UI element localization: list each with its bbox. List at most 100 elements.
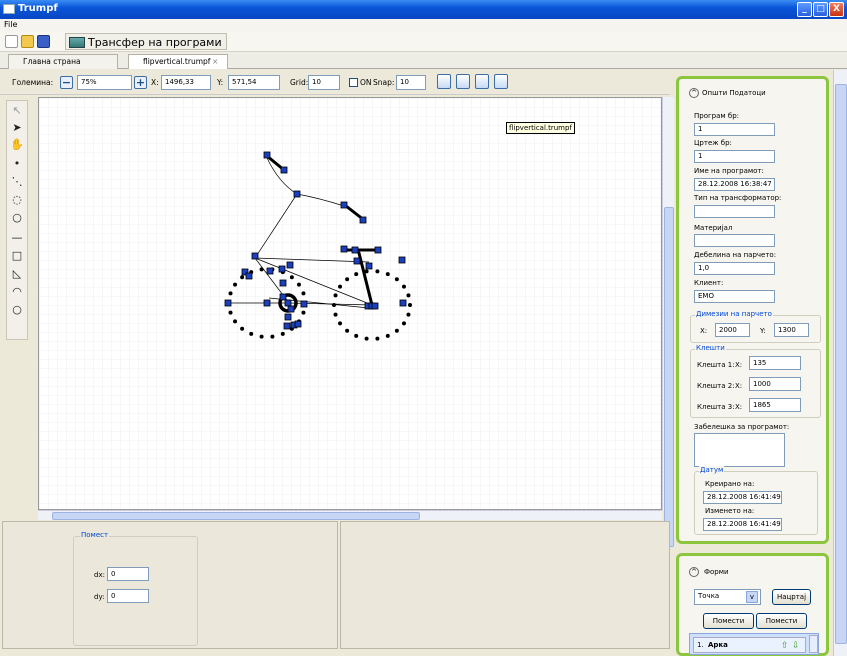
hand-icon[interactable]: ✋ xyxy=(10,138,24,152)
drawing-svg[interactable] xyxy=(39,98,662,510)
modified-field[interactable]: 28.12.2008 16:41:49 xyxy=(703,518,782,531)
control-node[interactable] xyxy=(245,272,253,280)
close-button[interactable]: X xyxy=(829,2,844,17)
control-node[interactable] xyxy=(340,245,348,253)
grid-field[interactable]: 10 xyxy=(308,75,340,90)
move-up-button[interactable]: Помести горе xyxy=(703,613,754,639)
control-node[interactable] xyxy=(374,246,382,254)
control-node[interactable] xyxy=(353,257,361,265)
chevron-down-icon[interactable]: v xyxy=(746,591,758,603)
dim-y-field[interactable]: 1300 xyxy=(774,323,809,337)
control-node[interactable] xyxy=(224,299,232,307)
transfer-programs-button[interactable]: Трансфер на програми xyxy=(65,33,227,50)
control-node[interactable] xyxy=(251,252,259,260)
drawing-canvas[interactable]: flipvertical.trumpf xyxy=(38,97,662,510)
control-node[interactable] xyxy=(399,299,407,307)
control-node[interactable] xyxy=(371,302,379,310)
tab-home[interactable]: Главна страна xyxy=(8,54,118,69)
control-node[interactable] xyxy=(359,216,367,224)
open-folder-icon[interactable] xyxy=(21,35,34,48)
grid-on-checkbox[interactable] xyxy=(349,78,358,87)
control-node[interactable] xyxy=(351,246,359,254)
move-down-button[interactable]: Помести доле xyxy=(756,613,807,639)
select-outline-icon[interactable]: ↖ xyxy=(10,104,24,118)
canvas-vertical-thumb[interactable] xyxy=(664,207,674,547)
outer-vertical-thumb[interactable] xyxy=(835,84,847,644)
save-disk-icon[interactable] xyxy=(494,74,508,89)
save-icon[interactable] xyxy=(37,35,50,48)
rectangle-icon[interactable]: □ xyxy=(10,249,24,263)
canvas-horizontal-scrollbar[interactable] xyxy=(38,510,662,520)
control-node[interactable] xyxy=(398,256,406,264)
control-node[interactable] xyxy=(300,300,308,308)
point-icon[interactable]: • xyxy=(10,157,24,171)
dx-field[interactable]: 0 xyxy=(107,567,149,581)
note-textarea[interactable] xyxy=(694,433,785,467)
snap-field[interactable]: 10 xyxy=(396,75,426,90)
arrow-down-icon[interactable]: ⇩ xyxy=(792,641,800,651)
outer-vertical-scrollbar[interactable] xyxy=(833,70,847,656)
control-node[interactable] xyxy=(266,267,274,275)
zoom-select[interactable]: 75% xyxy=(77,75,132,90)
control-node[interactable] xyxy=(365,262,373,270)
clamp-3-field[interactable]: 1865 xyxy=(749,398,801,412)
triangle-icon[interactable]: ◺ xyxy=(10,267,24,281)
clamp-1-field[interactable]: 135 xyxy=(749,356,801,370)
control-node[interactable] xyxy=(340,201,348,209)
control-node[interactable] xyxy=(286,261,294,269)
clamp-2-field[interactable]: 1000 xyxy=(749,377,801,391)
collapse-shapes-icon[interactable]: ^ xyxy=(689,567,699,577)
dotted-line-icon[interactable]: ⋱ xyxy=(10,175,24,189)
circle-icon[interactable]: ○ xyxy=(10,303,24,317)
tab-close-icon[interactable]: × xyxy=(212,55,218,68)
dotted-ellipse-icon[interactable]: ○ xyxy=(10,211,24,225)
canvas-vertical-scrollbar[interactable] xyxy=(662,97,674,547)
canvas-horizontal-thumb[interactable] xyxy=(52,512,420,520)
line-icon[interactable]: — xyxy=(10,231,24,245)
tab-flipvertical[interactable]: flipvertical.trumpf × xyxy=(128,54,228,69)
minimize-button[interactable]: _ xyxy=(797,2,812,17)
dim-x-field[interactable]: 2000 xyxy=(715,323,750,337)
transformer-type-field[interactable] xyxy=(694,205,775,218)
copy-icon[interactable] xyxy=(456,74,470,89)
control-node[interactable] xyxy=(279,279,287,287)
program-no-field[interactable]: 1 xyxy=(694,123,775,136)
pointer-icon[interactable]: ➤ xyxy=(10,121,24,135)
control-node[interactable] xyxy=(283,322,291,330)
x-coordinate-field[interactable]: 1496,33 xyxy=(161,75,211,90)
new-file-icon[interactable] xyxy=(5,35,18,48)
arc-icon[interactable]: ◠ xyxy=(10,285,24,299)
program-name-field[interactable]: 28.12.2008 16:38:47 xyxy=(694,178,775,191)
control-node[interactable] xyxy=(278,265,286,273)
y-coordinate-field[interactable]: 571,54 xyxy=(228,75,280,90)
menu-file[interactable]: File xyxy=(4,20,17,29)
control-node[interactable] xyxy=(284,299,292,307)
collapse-general-icon[interactable]: ^ xyxy=(689,88,699,98)
list-item[interactable]: 1. Арка ⇧ ⇩ xyxy=(693,637,806,653)
material-field[interactable] xyxy=(694,234,775,247)
dotted-circle-icon[interactable]: ◌ xyxy=(10,193,24,207)
control-node[interactable] xyxy=(284,313,292,321)
thickness-field[interactable]: 1,0 xyxy=(694,262,775,275)
control-node[interactable] xyxy=(263,299,271,307)
shape-select[interactable]: Точка v xyxy=(694,589,761,605)
created-field[interactable]: 28.12.2008 16:41:49 xyxy=(703,491,782,504)
page-icon[interactable] xyxy=(437,74,451,89)
control-node[interactable] xyxy=(280,166,288,174)
drawing-no-field[interactable]: 1 xyxy=(694,150,775,163)
dy-field[interactable]: 0 xyxy=(107,589,149,603)
zoom-in-button[interactable]: + xyxy=(134,76,147,89)
control-node[interactable] xyxy=(293,190,301,198)
control-node[interactable] xyxy=(279,293,287,301)
control-node[interactable] xyxy=(287,305,295,313)
title-bar: Trumpf _ □ X xyxy=(0,0,847,19)
control-node[interactable] xyxy=(294,320,302,328)
client-field[interactable]: EMO xyxy=(694,290,775,303)
zoom-out-button[interactable]: − xyxy=(60,76,73,89)
shape-list-scrollbar[interactable] xyxy=(809,635,818,653)
maximize-button[interactable]: □ xyxy=(813,2,828,17)
book-icon[interactable] xyxy=(475,74,489,89)
arrow-up-icon[interactable]: ⇧ xyxy=(781,641,789,651)
control-node[interactable] xyxy=(263,151,271,159)
draw-button[interactable]: Нацртај xyxy=(772,589,811,605)
